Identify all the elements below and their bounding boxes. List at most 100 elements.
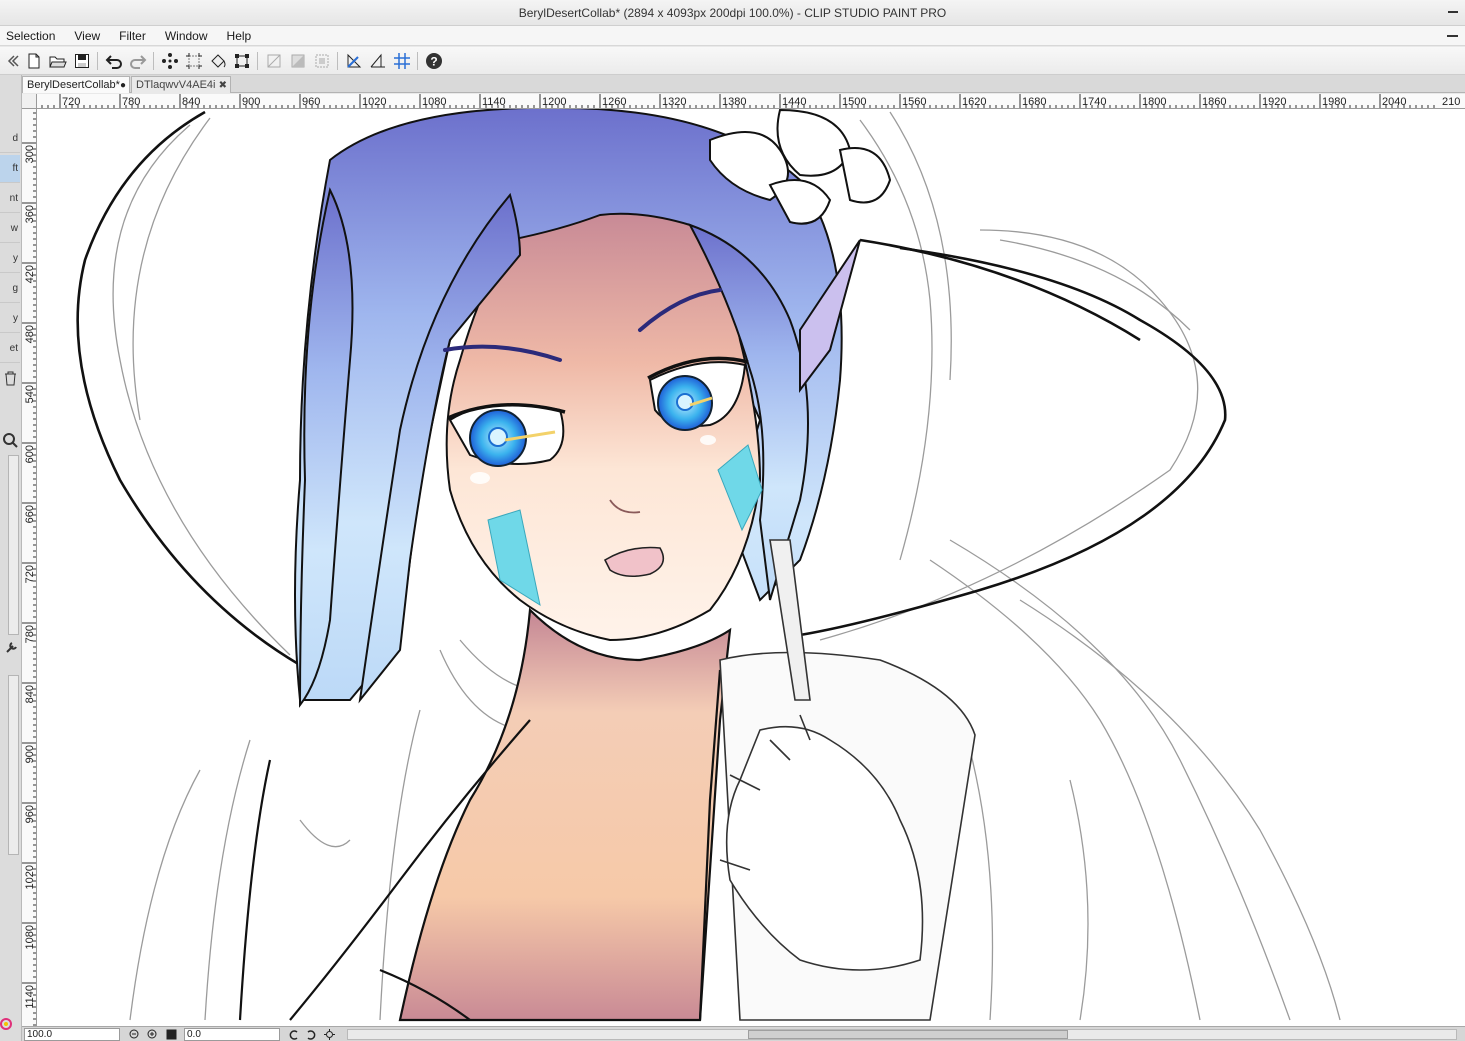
zoom-icon[interactable] [2, 432, 18, 448]
sub-tool-item[interactable]: y [0, 245, 20, 273]
zoom-out-icon[interactable] [128, 1028, 141, 1041]
ruler-label: 1140 [482, 96, 506, 108]
color-wheel-icon[interactable] [0, 1018, 12, 1030]
undo-icon [105, 55, 122, 69]
ruler-button[interactable] [344, 51, 364, 71]
sub-tool-item[interactable]: g [0, 275, 20, 303]
wrench-icon[interactable] [4, 641, 18, 655]
sub-tool-item[interactable]: y [0, 305, 20, 333]
tab-beryl-desert-collab[interactable]: BerylDesertCollab* ● [22, 76, 130, 93]
ruler-label: 900 [242, 96, 260, 108]
grid-icon [394, 53, 410, 69]
save-button[interactable] [72, 51, 92, 71]
horizontal-ruler: 720 780 840 900 960 1020 1080 1140 1200 1260 1320 1… [37, 94, 1465, 109]
ruler-label: 1500 [842, 96, 866, 108]
minimize-icon [1447, 35, 1458, 37]
fill-icon [211, 54, 226, 68]
ruler-label: 720 [24, 565, 36, 583]
ruler-label: 1920 [1262, 96, 1286, 108]
rotation-field[interactable]: 0.0 [184, 1028, 280, 1041]
horizontal-scrollbar[interactable] [347, 1029, 1457, 1040]
ruler-label: 840 [24, 685, 36, 703]
grid-button[interactable] [392, 51, 412, 71]
zoom-in-icon[interactable] [146, 1028, 159, 1041]
blush-highlight [470, 472, 490, 484]
tab-label: DTlaqwvV4AE4i [136, 79, 216, 91]
fit-view-icon[interactable] [165, 1028, 178, 1041]
border-button[interactable] [264, 51, 284, 71]
zoom-field[interactable]: 100.0 [24, 1028, 120, 1041]
new-file-icon [28, 53, 40, 69]
sub-tool-item[interactable]: d [0, 125, 20, 153]
window-title: BerylDesertCollab* (2894 x 4093px 200dpi… [518, 6, 947, 20]
trash-icon[interactable] [3, 370, 18, 386]
open-file-button[interactable] [48, 51, 68, 71]
undo-button[interactable] [104, 51, 124, 71]
ruler-label: 1200 [542, 96, 566, 108]
menu-window[interactable]: Window [158, 26, 220, 46]
tab-dtlaqwvv4ae4i[interactable]: DTlaqwvV4AE4i ✖ [131, 76, 231, 93]
tone-icon [291, 54, 305, 68]
ruler-label: 720 [62, 96, 80, 108]
fill-button[interactable] [208, 51, 228, 71]
sub-tool-item[interactable]: w [0, 215, 20, 243]
rotate-left-icon[interactable] [287, 1028, 300, 1041]
scrollbar[interactable] [8, 675, 19, 855]
scrollbar-thumb[interactable] [748, 1030, 1068, 1039]
reset-rotation-icon[interactable] [323, 1028, 336, 1041]
ruler-label: 2040 [1382, 96, 1406, 108]
menu-filter[interactable]: Filter [112, 26, 158, 46]
menu-view[interactable]: View [67, 26, 112, 46]
tone-button[interactable] [288, 51, 308, 71]
selection-layer-button[interactable] [312, 51, 332, 71]
menu-bar: Selection View Filter Window Help [0, 26, 1465, 46]
ruler-label: 1140 [24, 985, 36, 1009]
ruler-label: 210 [1442, 96, 1460, 108]
rotate-right-icon[interactable] [305, 1028, 318, 1041]
ruler-label: 360 [24, 205, 36, 223]
redo-button[interactable] [128, 51, 148, 71]
menu-help[interactable]: Help [220, 26, 264, 46]
transform-button[interactable] [232, 51, 252, 71]
transform-icon [235, 54, 249, 68]
ruler-label: 1620 [962, 96, 986, 108]
clear-selection-button[interactable] [160, 51, 180, 71]
close-icon[interactable]: ✖ [219, 77, 227, 93]
ruler-label: 840 [182, 96, 200, 108]
ruler-label: 1080 [24, 925, 36, 949]
new-file-button[interactable] [24, 51, 44, 71]
ruler-label: 1020 [24, 865, 36, 889]
ruler-label: 780 [24, 625, 36, 643]
sub-tool-item[interactable]: et [0, 335, 20, 363]
svg-text:?: ? [430, 55, 437, 69]
menu-selection[interactable]: Selection [0, 26, 67, 46]
ruler-label: 1260 [602, 96, 626, 108]
selection-layer-icon [315, 54, 329, 68]
help-button[interactable]: ? [424, 51, 444, 71]
document-minimize-button[interactable] [1439, 26, 1465, 46]
sub-tool-item[interactable]: ft [0, 155, 20, 183]
tab-label: BerylDesertCollab* [27, 79, 120, 91]
ruler-label: 1980 [1322, 96, 1346, 108]
panel-collapse-button[interactable] [3, 51, 23, 71]
sub-tool-item[interactable]: nt [0, 185, 20, 213]
ruler-label: 660 [24, 505, 36, 523]
perspective-ruler-icon [370, 53, 385, 68]
perspective-ruler-button[interactable] [368, 51, 388, 71]
minimize-button[interactable] [1439, 0, 1465, 22]
ruler-label: 1020 [362, 96, 386, 108]
ruler-corner [22, 94, 37, 109]
save-icon [75, 54, 89, 68]
crop-button[interactable] [184, 51, 204, 71]
open-file-icon [49, 56, 67, 68]
vertical-ruler: 300 360 420 480 540 600 660 720 780 840 900 960 1020… [22, 109, 37, 1026]
ruler-label: 1740 [1082, 96, 1106, 108]
ruler-label: 600 [24, 445, 36, 463]
ruler-label: 300 [24, 145, 36, 163]
scrollbar[interactable] [8, 455, 19, 635]
ruler-label: 780 [122, 96, 140, 108]
hand-and-cup [719, 539, 976, 1021]
drawing-canvas[interactable] [37, 109, 1465, 1026]
double-chevron-left-icon [7, 55, 19, 67]
ruler-label: 1320 [662, 96, 686, 108]
